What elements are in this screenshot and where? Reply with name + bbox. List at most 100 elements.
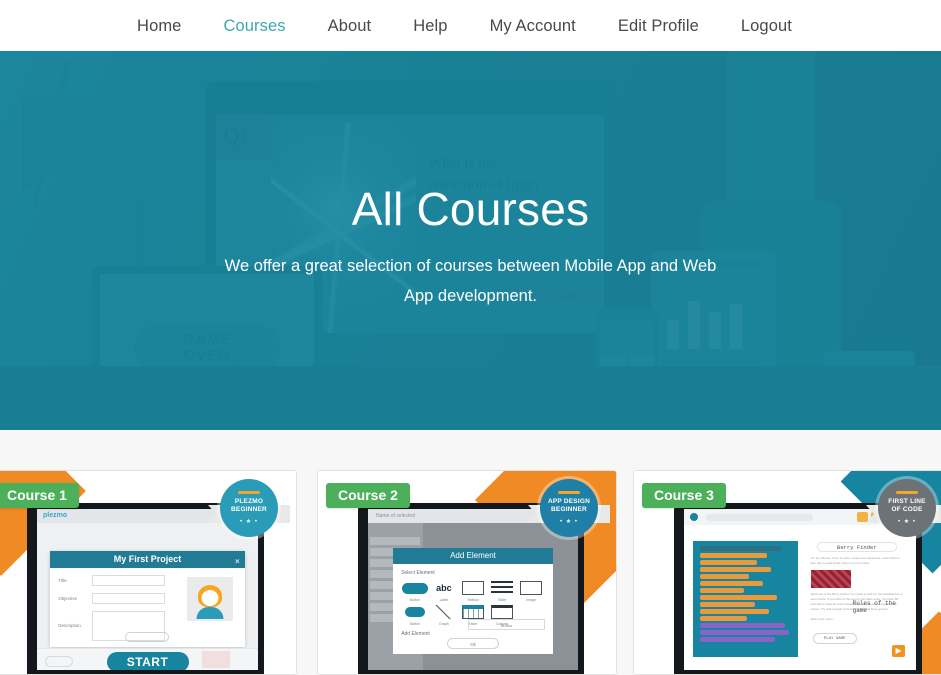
create-button bbox=[125, 632, 170, 643]
logout-button bbox=[45, 656, 73, 667]
game-title: Berry Finder bbox=[817, 541, 897, 552]
field-label: Description bbox=[58, 623, 81, 629]
hero-banner: Q1 What is the refraction of light? Flip… bbox=[0, 51, 941, 430]
course-card[interactable]: plezmo Tutorials My First Project × Titl… bbox=[0, 470, 297, 675]
code-block bbox=[700, 567, 772, 573]
notification-icon bbox=[202, 651, 230, 668]
code-block bbox=[700, 630, 789, 636]
badge-disc: FIRST LINE OF CODE • ★ • bbox=[878, 479, 936, 537]
element-option: abc Label bbox=[430, 580, 457, 602]
courses-section: plezmo Tutorials My First Project × Titl… bbox=[0, 430, 941, 675]
code-block bbox=[700, 609, 770, 615]
avatar-body bbox=[196, 606, 224, 619]
code-block bbox=[700, 546, 781, 552]
slider-icon bbox=[489, 580, 516, 597]
badge-text: PLEZMO BEGINNER bbox=[227, 498, 271, 514]
element-option: Textbox bbox=[459, 580, 486, 602]
badge-bar-icon bbox=[558, 490, 580, 494]
course-card[interactable]: Berry Finder Hi I am Munna, I love to co… bbox=[633, 470, 941, 675]
badge-stars-icon: • ★ • bbox=[898, 519, 916, 526]
course-number-label: Course 1 bbox=[0, 483, 79, 508]
textbox-icon bbox=[459, 580, 486, 597]
url-bar bbox=[706, 514, 813, 521]
course-badge: FIRST LINE OF CODE • ★ • bbox=[866, 479, 941, 537]
badge-line1: PLEZMO bbox=[234, 497, 264, 505]
app-logo-icon bbox=[690, 513, 698, 521]
run-icon: ▶ bbox=[892, 645, 906, 658]
element-label: Button bbox=[409, 597, 420, 602]
code-blocks-panel bbox=[693, 541, 798, 658]
course-badge: APP DESIGN BEGINNER • ★ • bbox=[528, 479, 610, 537]
element-option: Graph bbox=[430, 604, 457, 626]
course-card-image: Name of selected Add Element Select Elem… bbox=[318, 471, 616, 674]
field-label: Title bbox=[58, 577, 67, 583]
nav-item-about[interactable]: About bbox=[307, 16, 393, 36]
rules-heading: Rules of the game bbox=[852, 599, 896, 614]
berry-image bbox=[810, 570, 851, 589]
badge-bar-icon bbox=[896, 490, 918, 494]
toolbar-icon-1 bbox=[857, 512, 868, 522]
badge-bar-icon bbox=[238, 490, 260, 494]
course-number-label: Course 3 bbox=[642, 483, 726, 508]
hero-subtitle: We offer a great selection of courses be… bbox=[224, 256, 717, 306]
badge-text: FIRST LINE OF CODE bbox=[884, 498, 929, 514]
page-root: Home Courses About Help My Account Edit … bbox=[0, 0, 941, 675]
code-block bbox=[700, 602, 756, 608]
code-block bbox=[700, 574, 750, 580]
element-option: Switch bbox=[401, 604, 428, 626]
code-block bbox=[700, 637, 776, 643]
element-label: Label bbox=[439, 597, 449, 602]
field-label: Objective bbox=[58, 595, 78, 601]
element-label: Image bbox=[526, 597, 537, 602]
name-label: Enter your name: bbox=[810, 616, 834, 621]
game-preview-panel: Berry Finder Hi I am Munna, I love to co… bbox=[804, 537, 910, 661]
abc-icon: abc bbox=[436, 583, 452, 594]
element-option: Slider bbox=[489, 580, 516, 602]
switch-icon bbox=[401, 604, 428, 621]
code-block bbox=[700, 588, 744, 594]
badge-line2: OF CODE bbox=[891, 506, 923, 513]
badge-stars-icon: • ★ • bbox=[240, 519, 258, 526]
start-button: START bbox=[106, 652, 189, 670]
nav-item-courses[interactable]: Courses bbox=[202, 16, 306, 36]
main-navigation: Home Courses About Help My Account Edit … bbox=[0, 0, 941, 51]
badge-text: APP DESIGN BEGINNER bbox=[544, 498, 594, 514]
badge-disc: APP DESIGN BEGINNER • ★ • bbox=[540, 479, 598, 537]
add-element-label: Add Element bbox=[401, 630, 430, 637]
nav-item-logout[interactable]: Logout bbox=[720, 16, 813, 36]
nav-item-home[interactable]: Home bbox=[116, 16, 202, 36]
modal-header: My First Project × bbox=[50, 550, 245, 568]
add-element-modal: Add Element Select Element Button abc La… bbox=[393, 547, 553, 654]
image-icon bbox=[518, 580, 545, 597]
modal-title: My First Project bbox=[113, 553, 182, 564]
close-icon: × bbox=[235, 556, 240, 566]
avatar bbox=[186, 576, 233, 621]
code-block bbox=[700, 560, 758, 566]
element-label: Textbox bbox=[466, 597, 479, 602]
code-block bbox=[700, 595, 777, 601]
nav-item-help[interactable]: Help bbox=[392, 16, 468, 36]
ok-button: Ok bbox=[446, 637, 499, 649]
plezmo-logo: plezmo bbox=[43, 512, 68, 519]
code-block bbox=[700, 623, 785, 629]
objective-field bbox=[92, 592, 165, 604]
element-option: Image bbox=[518, 580, 545, 602]
badge-line2: BEGINNER bbox=[551, 506, 587, 513]
badge-stars-icon: • ★ • bbox=[560, 519, 578, 526]
nav-item-my-account[interactable]: My Account bbox=[469, 16, 597, 36]
game-intro-text: Hi I am Munna, I love to code, create co… bbox=[810, 555, 900, 566]
code-block bbox=[700, 616, 748, 622]
graph-icon bbox=[430, 604, 457, 621]
new-project-modal: My First Project × Title Objective Descr… bbox=[50, 550, 245, 659]
element-label: Switch bbox=[409, 621, 420, 626]
course-card[interactable]: Name of selected Add Element Select Elem… bbox=[317, 470, 617, 675]
element-label: Graph bbox=[438, 621, 449, 626]
title-field bbox=[92, 574, 165, 586]
code-block bbox=[700, 581, 764, 587]
hero-content: All Courses We offer a great selection o… bbox=[0, 51, 941, 430]
badge-disc: PLEZMO BEGINNER • ★ • bbox=[220, 479, 278, 537]
nav-item-edit-profile[interactable]: Edit Profile bbox=[597, 16, 720, 36]
button-icon bbox=[401, 580, 428, 597]
element-label: Slider bbox=[497, 597, 507, 602]
badge-line1: APP DESIGN bbox=[548, 497, 590, 505]
